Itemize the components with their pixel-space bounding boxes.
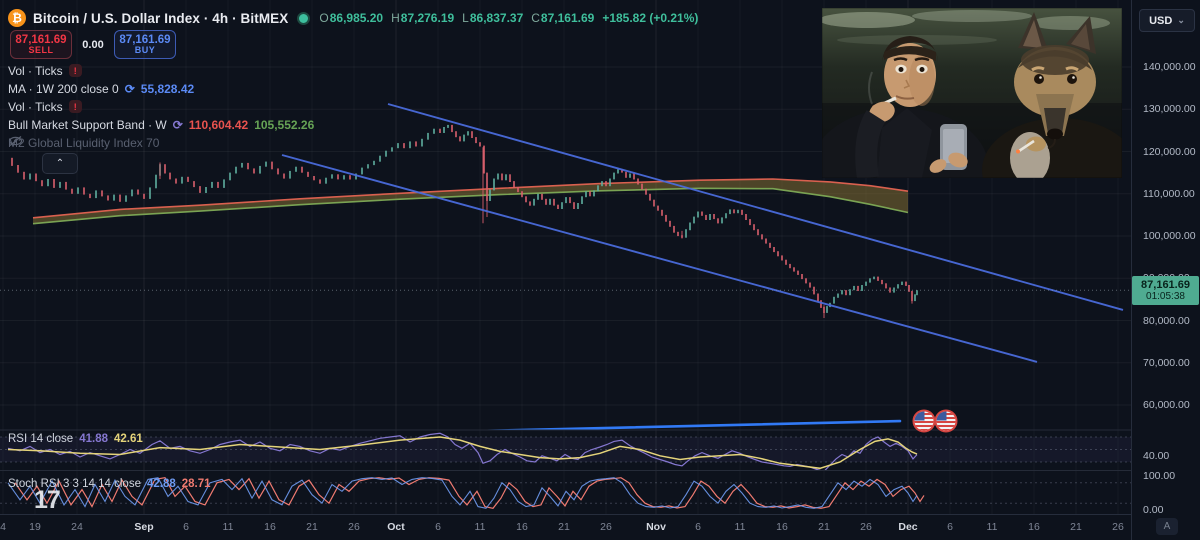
time-tick-day-label: 11 bbox=[474, 521, 486, 533]
rsi-ma-value: 42.61 bbox=[113, 433, 143, 445]
time-tick-month-label: Nov bbox=[646, 521, 666, 533]
time-tick-day-label: 6 bbox=[435, 521, 441, 533]
time-tick-day-label: 16 bbox=[776, 521, 788, 533]
legend-row-ma[interactable]: MA · 1W 200 close 0 ⟳ 55,828.42 bbox=[8, 81, 194, 96]
error-icon[interactable]: ! bbox=[68, 64, 82, 77]
currency-toggle-button[interactable]: USD ⌄ bbox=[1139, 9, 1195, 32]
open-value: 86,985.20 bbox=[329, 11, 384, 25]
time-tick-month-label: Oct bbox=[387, 521, 405, 533]
chevron-up-icon: ⌃ bbox=[55, 158, 65, 169]
change-value: +185.82 (+0.21%) bbox=[602, 11, 699, 25]
ohlc-readout: O86,985.20 H87,276.19 L86,837.37 C87,161… bbox=[319, 11, 699, 25]
us-flag-marker-icon[interactable] bbox=[934, 409, 958, 433]
time-tick-day-label: 24 bbox=[71, 521, 83, 533]
bmsb-sma-value: 110,604.42 bbox=[188, 117, 249, 132]
time-tick-day-label: 11 bbox=[734, 521, 746, 533]
time-tick-day-label: 21 bbox=[306, 521, 318, 533]
eye-off-icon[interactable] bbox=[8, 135, 23, 147]
time-tick-day-label: 21 bbox=[558, 521, 570, 533]
refresh-icon[interactable]: ⟳ bbox=[125, 82, 135, 96]
stoch-d-value: 28.71 bbox=[181, 478, 211, 490]
time-tick-day-label: 4 bbox=[0, 521, 6, 533]
sell-button[interactable]: 87,161.69 SELL bbox=[10, 30, 72, 59]
tradingview-logo-watermark[interactable]: 17 bbox=[34, 486, 61, 514]
time-tick-day-label: 16 bbox=[264, 521, 276, 533]
legend-row-bmsb[interactable]: Bull Market Support Band · W ⟳ 110,604.4… bbox=[8, 117, 314, 132]
time-tick-day-label: 6 bbox=[183, 521, 189, 533]
stoch-tick-label: 100.00 bbox=[1143, 470, 1176, 482]
bitcoin-icon: ₿ bbox=[8, 9, 26, 27]
time-tick-day-label: 26 bbox=[1112, 521, 1124, 533]
price-tick-label: 100,000.00 bbox=[1143, 230, 1196, 242]
bmsb-ema-value: 105,552.26 bbox=[254, 117, 315, 132]
time-tick-day-label: 16 bbox=[516, 521, 528, 533]
time-tick-day-label: 16 bbox=[1028, 521, 1040, 533]
stoch-k-value: 42.88 bbox=[146, 478, 176, 490]
symbol-title[interactable]: Bitcoin / U.S. Dollar Index · 4h · BitME… bbox=[33, 11, 288, 26]
tradingview-chart-window: 17 ₿ Bitcoin / U.S. Dollar Index · 4h · … bbox=[0, 0, 1200, 540]
price-tick-label: 130,000.00 bbox=[1143, 103, 1196, 116]
time-scale[interactable]: 4 19 24 Sep 6 11 16 21 26 Oct 6 11 16 21 26 Nov 6 11 16 21 2… bbox=[0, 514, 1131, 540]
price-tick-label: 70,000.00 bbox=[1143, 356, 1190, 369]
error-icon[interactable]: ! bbox=[68, 100, 82, 113]
us-flag-marker-icon[interactable] bbox=[912, 409, 936, 433]
chevron-down-icon: ⌄ bbox=[1177, 15, 1185, 25]
close-value: 87,161.69 bbox=[540, 11, 595, 25]
price-tick-label: 80,000.00 bbox=[1143, 314, 1190, 327]
candle-countdown: 01:05:38 bbox=[1146, 290, 1185, 302]
time-tick-month-label: Sep bbox=[134, 521, 154, 533]
price-tick-label: 120,000.00 bbox=[1143, 145, 1196, 158]
low-value: 86,837.37 bbox=[469, 11, 524, 25]
time-tick-day-label: 6 bbox=[947, 521, 953, 533]
ma-value: 55,828.42 bbox=[140, 81, 195, 96]
time-tick-month-label: Dec bbox=[898, 521, 918, 533]
symbol-header: ₿ Bitcoin / U.S. Dollar Index · 4h · Bit… bbox=[8, 9, 698, 27]
order-panel: 87,161.69 SELL 0.00 87,161.69 BUY bbox=[10, 30, 176, 59]
buy-button[interactable]: 87,161.69 BUY bbox=[114, 30, 176, 59]
time-tick-day-label: 11 bbox=[986, 521, 998, 533]
price-scale[interactable]: 140,000.00 130,000.00 120,000.00 110,000.00… bbox=[1131, 0, 1200, 540]
stoch-rsi-legend[interactable]: Stoch RSI 3 3 14 14 close 42.88 28.71 bbox=[8, 478, 211, 490]
time-tick-day-label: 11 bbox=[222, 521, 234, 533]
price-tick-label: 140,000.00 bbox=[1143, 61, 1196, 73]
high-value: 87,276.19 bbox=[400, 11, 455, 25]
time-tick-day-label: 6 bbox=[695, 521, 701, 533]
price-tick-label: 110,000.00 bbox=[1143, 187, 1195, 200]
time-tick-day-label: 21 bbox=[818, 521, 830, 533]
time-tick-day-label: 26 bbox=[860, 521, 872, 533]
legend-row-m2-hidden[interactable]: M2 Global Liquidity Index 70 bbox=[8, 135, 159, 150]
rsi-tick-label: 40.00 bbox=[1143, 449, 1170, 462]
legend-row-volume-2[interactable]: Vol · Ticks ! bbox=[8, 99, 82, 114]
spread-value: 0.00 bbox=[82, 38, 104, 51]
timezone-a-button[interactable]: A bbox=[1156, 518, 1178, 535]
time-tick-day-label: 26 bbox=[348, 521, 360, 533]
legend-row-volume-1[interactable]: Vol · Ticks ! bbox=[8, 63, 82, 78]
last-price-value: 87,161.69 bbox=[1141, 278, 1190, 291]
refresh-icon[interactable]: ⟳ bbox=[173, 118, 183, 132]
ceiling-light bbox=[822, 12, 915, 28]
last-price-badge: 87,161.69 01:05:38 bbox=[1132, 275, 1199, 305]
collapse-legend-button[interactable]: ⌃ bbox=[42, 153, 78, 174]
rsi-value: 41.88 bbox=[79, 433, 108, 445]
market-status-dot-icon[interactable] bbox=[297, 11, 311, 25]
time-tick-day-label: 19 bbox=[29, 521, 41, 533]
time-tick-day-label: 21 bbox=[1070, 521, 1082, 533]
rsi-legend[interactable]: RSI 14 close 41.88 42.61 bbox=[8, 433, 143, 445]
price-tick-label: 60,000.00 bbox=[1143, 399, 1190, 411]
time-tick-day-label: 26 bbox=[600, 521, 612, 533]
stoch-tick-label: 0.00 bbox=[1143, 504, 1164, 516]
